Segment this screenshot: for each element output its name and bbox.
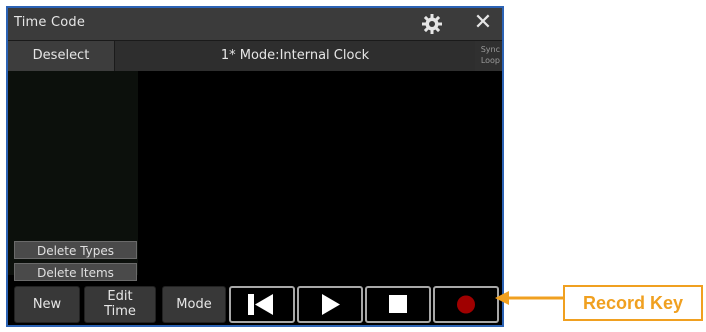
close-icon[interactable]: ✕: [470, 10, 496, 36]
sync-loop-toggle[interactable]: Sync Loop: [475, 41, 502, 71]
sync-label: Sync: [480, 45, 500, 54]
time-code-window: Time Code ✕ Deselect 1* Mode:Internal Cl…: [6, 6, 504, 327]
new-button[interactable]: New: [14, 286, 80, 323]
stop-button[interactable]: [365, 286, 431, 323]
toolbar: Deselect 1* Mode:Internal Clock Sync Loo…: [8, 41, 502, 71]
skip-back-button[interactable]: [229, 286, 295, 323]
loop-label: Loop: [480, 56, 500, 65]
record-key-callout: Record Key: [563, 285, 703, 321]
edit-time-button[interactable]: Edit Time: [84, 286, 156, 323]
stop-icon: [389, 295, 407, 313]
time-code-list-panel[interactable]: Delete Types Delete Items: [8, 71, 138, 281]
mode-button[interactable]: Mode: [162, 286, 226, 323]
window-title: Time Code: [14, 15, 86, 30]
deselect-button[interactable]: Deselect: [8, 41, 115, 71]
record-icon: [457, 295, 475, 314]
record-button[interactable]: [433, 286, 499, 323]
time-code-content-area[interactable]: [138, 71, 502, 275]
callout-arrow-icon: [495, 291, 565, 305]
play-button[interactable]: [297, 286, 363, 323]
play-icon: [322, 294, 340, 315]
delete-items-button[interactable]: Delete Items: [14, 263, 137, 281]
mode-display: 1* Mode:Internal Clock: [115, 41, 475, 71]
edit-time-label-line1: Edit: [107, 289, 133, 304]
skip-back-icon: [248, 294, 273, 315]
delete-types-button[interactable]: Delete Types: [14, 241, 137, 259]
edit-time-label-line2: Time: [104, 304, 136, 319]
gear-icon[interactable]: [422, 14, 442, 34]
title-bar: Time Code ✕: [8, 8, 502, 41]
